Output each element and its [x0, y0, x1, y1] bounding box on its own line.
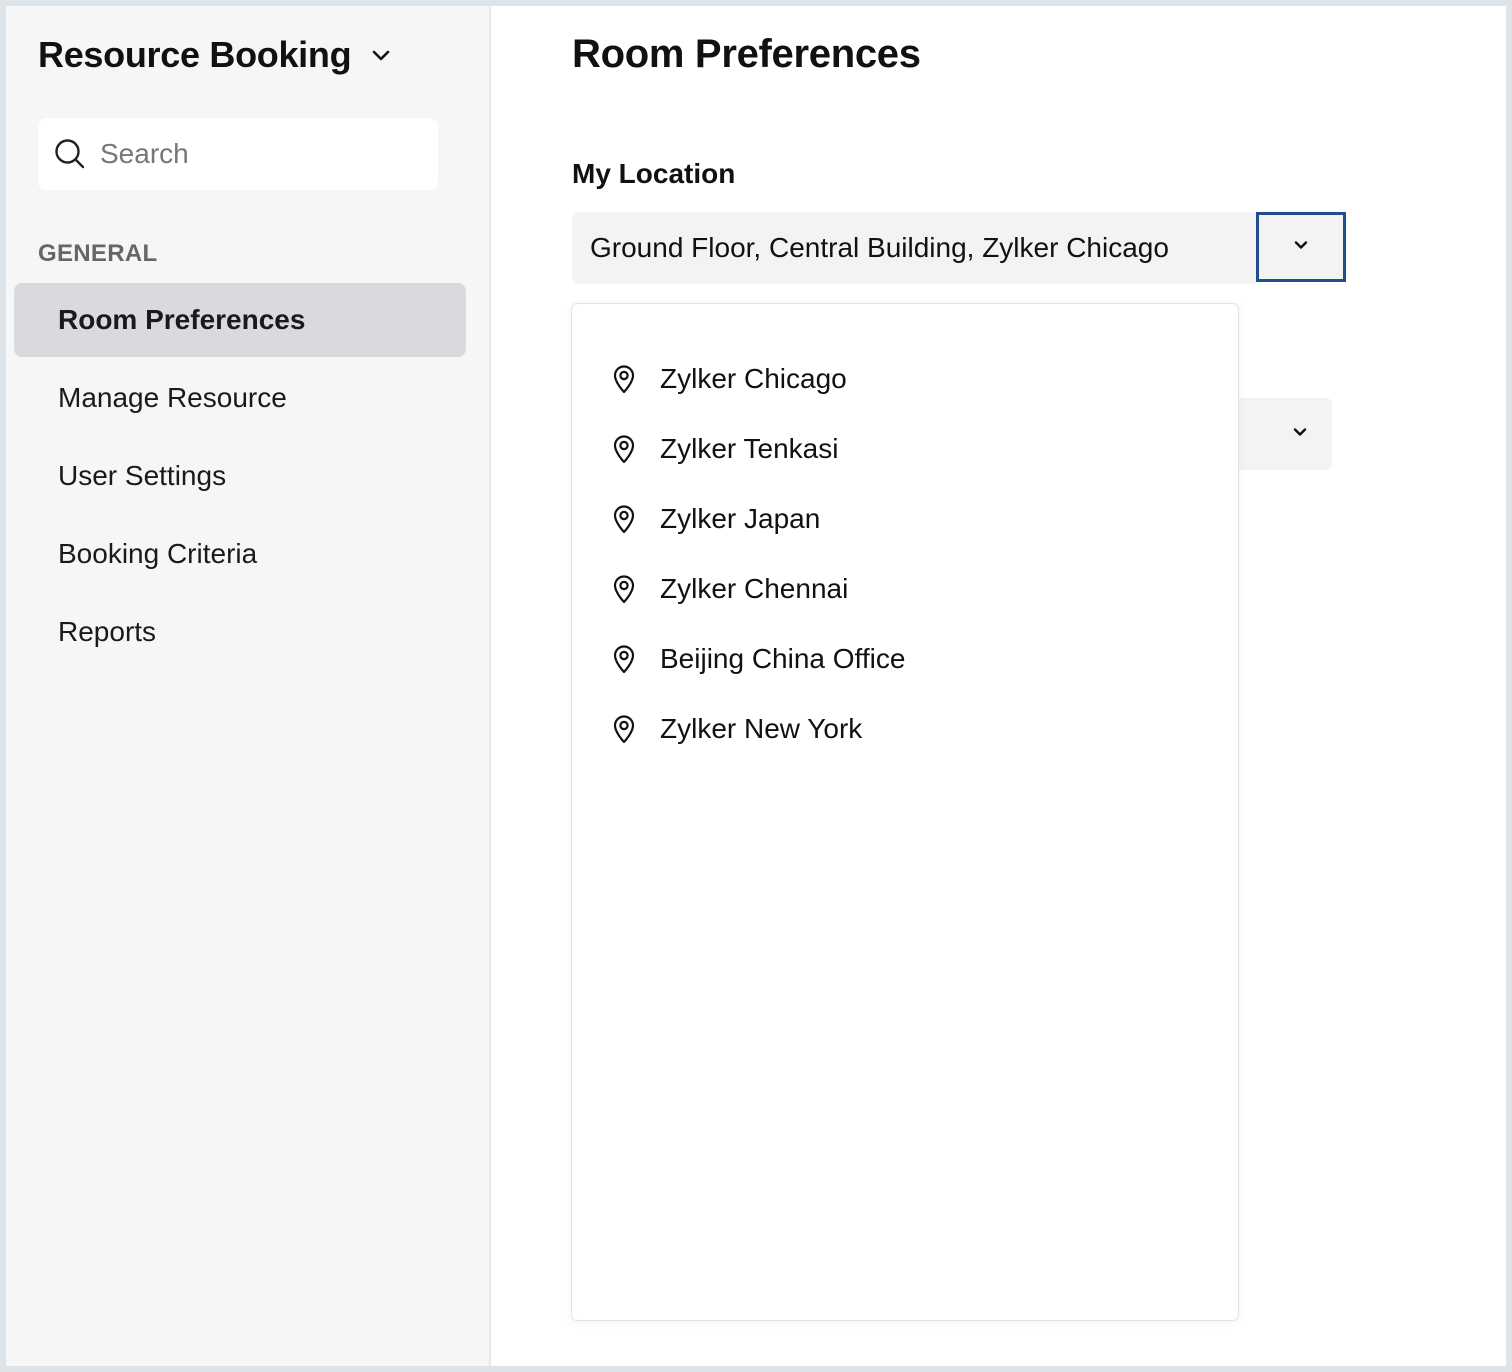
location-option[interactable]: Zylker New York	[572, 694, 1238, 764]
location-dropdown-menu: Zylker Chicago Zylker Tenkasi Zylker Jap…	[571, 303, 1239, 1321]
location-pin-icon	[612, 364, 638, 394]
my-location-value: Ground Floor, Central Building, Zylker C…	[590, 232, 1169, 263]
section-label-general: GENERAL	[38, 240, 158, 267]
location-pin-icon	[612, 504, 638, 534]
sidebar-item-label: Room Preferences	[58, 304, 306, 335]
my-location-label: My Location	[572, 158, 736, 189]
location-pin-icon	[612, 644, 638, 674]
sidebar-item-label: User Settings	[58, 460, 227, 491]
chevron-down-icon	[1293, 238, 1309, 256]
location-pin-icon	[612, 574, 638, 604]
search-box[interactable]	[38, 118, 438, 190]
chevron-down-icon	[1292, 425, 1308, 443]
sidebar-item-reports[interactable]: Reports	[14, 595, 466, 669]
search-input[interactable]	[100, 138, 420, 170]
location-option[interactable]: Zylker Tenkasi	[572, 414, 1238, 484]
location-option-label: Beijing China Office	[660, 643, 906, 674]
location-option[interactable]: Beijing China Office	[572, 624, 1238, 694]
sidebar: Resource Booking GENERAL Room Preference…	[6, 6, 491, 1366]
location-option[interactable]: Zylker Chicago	[572, 344, 1238, 414]
sidebar-item-label: Reports	[58, 616, 157, 647]
my-location-dropdown-toggle[interactable]	[1256, 212, 1346, 282]
location-option[interactable]: Zylker Japan	[572, 484, 1238, 554]
chevron-down-icon[interactable]	[371, 48, 391, 62]
app-switcher[interactable]: Resource Booking	[38, 34, 391, 76]
location-option-label: Zylker Japan	[660, 503, 821, 534]
page-title: Room Preferences	[572, 32, 921, 76]
location-option-label: Zylker New York	[660, 713, 863, 744]
sidebar-item-label: Booking Criteria	[58, 538, 258, 569]
location-pin-icon	[612, 434, 638, 464]
location-option[interactable]: Zylker Chennai	[572, 554, 1238, 624]
location-option-label: Zylker Chicago	[660, 363, 847, 394]
sidebar-item-label: Manage Resource	[58, 382, 287, 413]
app-title: Resource Booking	[38, 34, 352, 75]
sidebar-item-booking-criteria[interactable]: Booking Criteria	[14, 517, 466, 591]
sidebar-item-user-settings[interactable]: User Settings	[14, 439, 466, 513]
sidebar-item-manage-resource[interactable]: Manage Resource	[14, 361, 466, 435]
app-window: Resource Booking GENERAL Room Preference…	[6, 6, 1506, 1366]
location-option-label: Zylker Tenkasi	[660, 433, 839, 464]
sidebar-item-room-preferences[interactable]: Room Preferences	[14, 283, 466, 357]
location-option-label: Zylker Chennai	[660, 573, 849, 604]
location-pin-icon	[612, 714, 638, 744]
my-location-select[interactable]: Ground Floor, Central Building, Zylker C…	[572, 212, 1256, 284]
search-icon	[54, 138, 86, 170]
